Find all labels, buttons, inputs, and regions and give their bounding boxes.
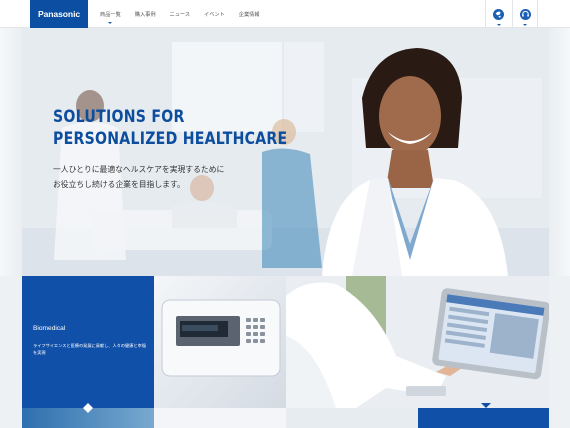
hero-edge-left (0, 28, 22, 276)
chevron-down-icon (108, 22, 113, 24)
chevron-down-icon (523, 24, 527, 26)
hero-subtitle-line-1: 一人ひとりに最適なヘルスケアを実現するために (53, 165, 225, 174)
nav-item-label: 企業情報 (238, 11, 260, 18)
nav-item-products[interactable]: 商品一覧 (100, 0, 121, 28)
globe-icon (493, 8, 504, 20)
nav-item-label: ニュース (169, 11, 191, 18)
tile-bottom-3[interactable] (286, 408, 418, 428)
tile-description: ライフサイエンスと医療の発展に貢献し、人々の健康と幸福を実現 (33, 343, 146, 355)
tile-bottom-1[interactable] (22, 408, 154, 428)
language-button[interactable] (485, 0, 511, 28)
site-header: Panasonic 商品一覧 購入事例 ニュース イベント 企業情報 (0, 0, 570, 28)
hero-banner[interactable]: SOLUTIONS FOR PERSONALIZED HEALTHCARE 一人… (22, 28, 549, 276)
nav-item-events[interactable]: イベント (204, 0, 225, 28)
tile-caret-icon (83, 408, 93, 413)
hero-subtitle: 一人ひとりに最適なヘルスケアを実現するために お役立ちし続ける企業を目指します。 (53, 162, 224, 192)
contact-icon (519, 8, 531, 20)
panasonic-logo[interactable]: Panasonic (30, 0, 88, 28)
chevron-down-icon (496, 24, 501, 26)
hero-edge-right (549, 28, 570, 276)
nav-item-label: 商品一覧 (100, 11, 121, 18)
tile-tablet-image[interactable] (286, 276, 549, 408)
page: Panasonic 商品一覧 購入事例 ニュース イベント 企業情報 SOLUT… (0, 0, 570, 428)
hero-title-line-1: SOLUTIONS FOR (53, 107, 185, 126)
hero-title-line-2: PERSONALIZED HEALTHCARE (53, 129, 288, 148)
category-tiles: Biomedical ライフサイエンスと医療の発展に貢献し、人々の健康と幸福を実… (22, 276, 549, 408)
hero-subtitle-line-2: お役立ちし続ける企業を目指します。 (53, 180, 185, 189)
hero-title: SOLUTIONS FOR PERSONALIZED HEALTHCARE (53, 106, 287, 150)
doctor-tablet-photo (286, 276, 549, 408)
bottom-tiles-row (22, 408, 549, 428)
nav-item-corporate[interactable]: 企業情報 (239, 0, 260, 28)
wall-device-photo (154, 276, 286, 408)
tile-title: Biomedical (33, 325, 66, 332)
tile-bottom-4[interactable] (418, 408, 549, 428)
tile-device-image[interactable] (154, 276, 286, 408)
nav-item-label: 購入事例 (134, 11, 156, 18)
nav-item-label: イベント (204, 11, 225, 18)
hero-photo (22, 28, 549, 276)
main-nav: 商品一覧 購入事例 ニュース イベント 企業情報 (100, 0, 274, 28)
tile-bottom-2[interactable] (154, 408, 286, 428)
contact-button[interactable] (512, 0, 538, 28)
tile-biomedical[interactable]: Biomedical ライフサイエンスと医療の発展に貢献し、人々の健康と幸福を実… (22, 276, 154, 408)
nav-item-case-studies[interactable]: 購入事例 (135, 0, 156, 28)
nav-item-news[interactable]: ニュース (170, 0, 191, 28)
